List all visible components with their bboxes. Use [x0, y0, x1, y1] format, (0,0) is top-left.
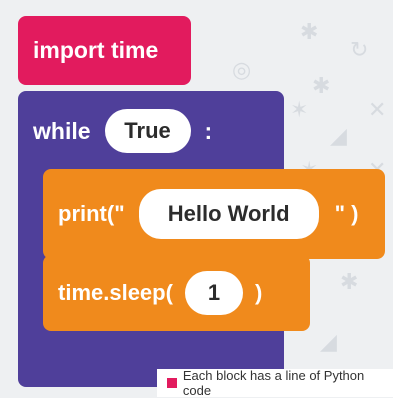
- sleep-value-pill[interactable]: 1: [184, 271, 243, 315]
- background-star-icon: ✶: [290, 98, 309, 123]
- background-x-icon: ✕: [368, 98, 387, 123]
- caption-text: Each block has a line of Python code: [182, 368, 365, 398]
- sleep-block[interactable]: time.sleep( 1 ): [43, 255, 310, 331]
- caption-bullet: [167, 378, 177, 388]
- while-keyword: while: [33, 117, 91, 144]
- while-header: while True :: [18, 91, 212, 171]
- background-refresh-icon: ↻: [350, 38, 369, 63]
- print-prefix: print(": [58, 201, 125, 226]
- while-colon: :: [204, 117, 213, 144]
- background-triangle-icon: ◢: [330, 124, 347, 149]
- print-suffix: " ): [334, 201, 359, 226]
- background-python-icon: ✱: [312, 74, 331, 99]
- print-block[interactable]: print(" Hello World " ): [43, 169, 385, 259]
- print-value-pill[interactable]: Hello World: [138, 189, 319, 239]
- background-python-icon: ✱: [300, 20, 319, 45]
- import-label: import time: [33, 37, 159, 63]
- background-python-icon: ✱: [340, 270, 359, 295]
- import-block[interactable]: import time: [18, 16, 191, 85]
- sleep-prefix: time.sleep(: [58, 280, 173, 305]
- background-gear-icon: ◎: [232, 58, 252, 83]
- background-triangle-icon: ◢: [320, 330, 337, 355]
- caption: Each block has a line of Python code: [157, 368, 393, 398]
- condition-pill[interactable]: True: [104, 109, 191, 153]
- sleep-suffix: ): [254, 280, 263, 305]
